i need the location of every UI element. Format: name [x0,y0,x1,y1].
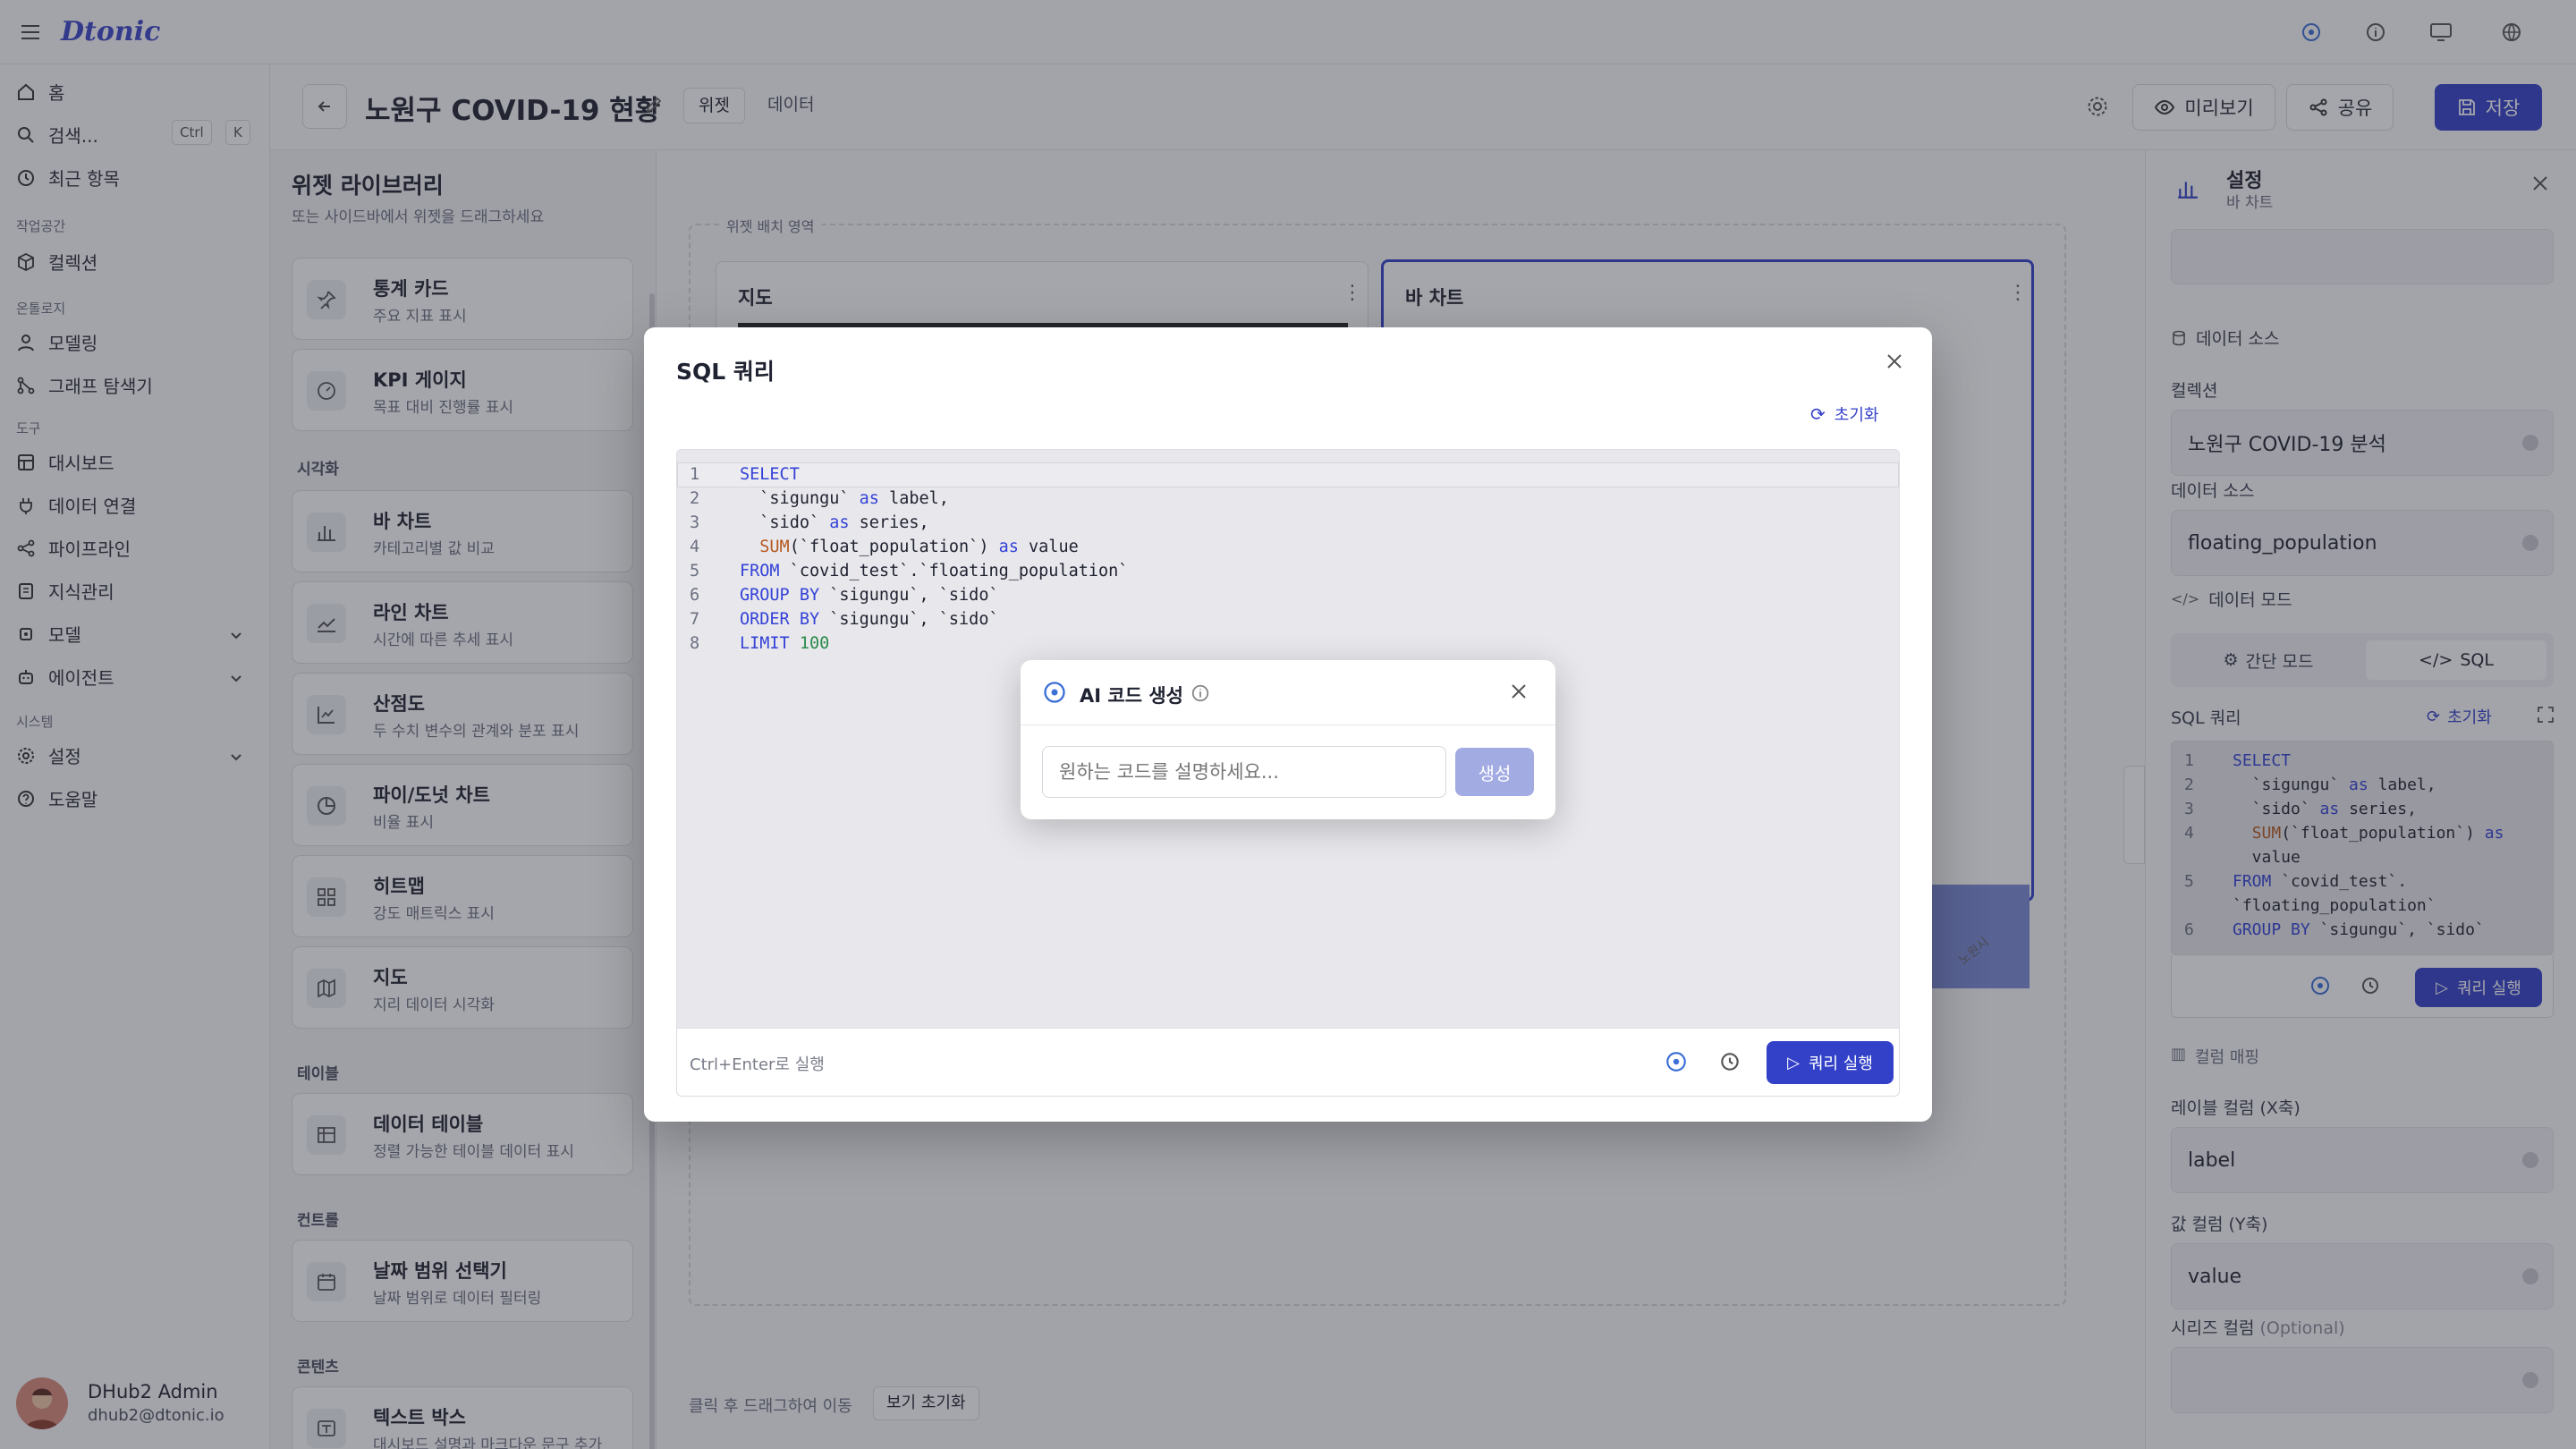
run-label: 쿼리 실행 [1808,1055,1873,1073]
ai-code-popover: AI 코드 생성 생성 [1021,660,1555,819]
code-text: SUM(`float_population`) as value [759,538,1079,556]
line-number: 6 [690,586,700,605]
line-number: 7 [690,610,700,629]
line-number: 3 [690,513,700,532]
code-line: 1 SELECT [677,462,1899,487]
ai-icon [1042,680,1067,705]
ai-title: AI 코드 생성 [1080,685,1183,707]
code-text: SELECT [740,465,800,484]
ai-icon[interactable] [1665,1050,1688,1073]
code-line: 8 LIMIT 100 [677,631,1899,656]
line-number: 4 [690,538,700,556]
code-line: 3 `sido` as series, [677,511,1899,535]
code-text: FROM `covid_test`.`floating_population` [740,562,1129,580]
code-text: LIMIT 100 [740,634,830,653]
reset-label: 초기화 [1834,406,1879,425]
run-query-button[interactable]: ▷ 쿼리 실행 [1767,1041,1894,1084]
generate-button[interactable]: 생성 [1455,748,1534,796]
modal-title: SQL 쿼리 [676,359,775,385]
editor-footer: Ctrl+Enter로 실행 ▷ 쿼리 실행 [676,1029,1900,1097]
code-text: ORDER BY `sigungu`, `sido` [740,610,999,629]
line-number: 1 [690,465,700,484]
shortcut-hint: Ctrl+Enter로 실행 [690,1055,825,1074]
refresh-icon: ⟳ [1810,403,1826,425]
close-icon[interactable] [1509,682,1529,701]
divider [1021,724,1555,725]
ai-prompt-input[interactable] [1042,746,1446,798]
code-line: 2 `sigungu` as label, [677,487,1899,511]
line-number: 8 [690,634,700,653]
close-icon[interactable] [1884,351,1905,372]
code-text: GROUP BY `sigungu`, `sido` [740,586,999,605]
code-line: 5 FROM `covid_test`.`floating_population` [677,559,1899,583]
line-number: 2 [690,489,700,508]
code-line: 6 GROUP BY `sigungu`, `sido` [677,583,1899,607]
info-icon[interactable] [1191,683,1210,703]
code-line: 4 SUM(`float_population`) as value [677,535,1899,559]
reset-button[interactable]: ⟳ 초기화 [1810,402,1878,426]
line-number: 5 [690,562,700,580]
history-icon[interactable] [1718,1050,1741,1073]
code-line: 7 ORDER BY `sigungu`, `sido` [677,607,1899,631]
code-text: `sigungu` as label, [740,489,949,508]
play-icon: ▷ [1787,1053,1800,1072]
code-text: `sido` as series, [740,513,929,532]
